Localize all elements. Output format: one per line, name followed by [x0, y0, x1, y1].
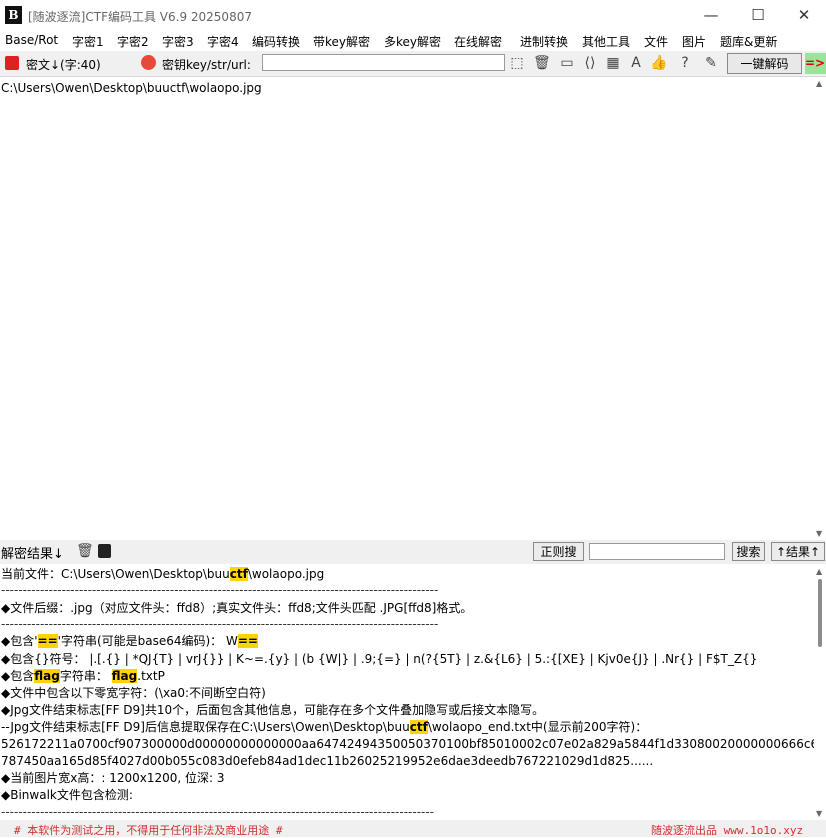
minimize-button[interactable]: —: [688, 0, 734, 30]
cipher-icon[interactable]: [5, 56, 19, 70]
menu-radix-convert[interactable]: 进制转换: [520, 33, 568, 50]
menu-zimi1[interactable]: 字密1: [72, 33, 104, 50]
clear-result-icon[interactable]: 🗑: [76, 543, 94, 559]
menu-other-tools[interactable]: 其他工具: [582, 33, 630, 50]
window-title: [随波逐流]CTF编码工具 V6.9 20250807: [28, 10, 252, 24]
footer-disclaimer: # 本软件为测试之用，不得用于任何非法及商业用途 #: [14, 824, 283, 837]
maximize-button[interactable]: ☐: [735, 0, 781, 30]
scroll-up-icon[interactable]: ▲: [816, 567, 822, 576]
key-label: 密钥key/str/url:: [162, 58, 251, 72]
search-input[interactable]: [589, 543, 725, 560]
menu-base-rot[interactable]: Base/Rot: [5, 33, 58, 47]
result-scrollbar[interactable]: ▲ ▼: [814, 565, 826, 820]
table-icon[interactable]: ▦: [605, 55, 621, 71]
result-line-hex-2: 787450aa165d85f4027d00b055c083d0efeb84ad…: [1, 754, 654, 768]
search-button[interactable]: 搜索: [732, 542, 765, 561]
result-line-binwalk: ◆Binwalk文件包含检测:: [1, 788, 133, 802]
code-icon[interactable]: ⟨⟩: [582, 55, 598, 71]
menu-zimi2[interactable]: 字密2: [117, 33, 149, 50]
result-line-current-file: 当前文件：C:\Users\Owen\Desktop\buuctf\wolaop…: [1, 567, 325, 581]
thumbs-up-icon[interactable]: 👍: [650, 55, 667, 71]
result-up-button[interactable]: ↑结果↑: [771, 542, 825, 561]
cipher-text: C:\Users\Owen\Desktop\buuctf\wolaopo.jpg: [1, 81, 262, 95]
key-input[interactable]: [262, 54, 505, 71]
toolbar: 密文↓(字:40) 密钥key/str/url: ⬚ 🗑 ▭ ⟨⟩ ▦ A 👍 …: [0, 51, 826, 77]
menu-zimi4[interactable]: 字密4: [207, 33, 239, 50]
one-click-decode-button[interactable]: 一键解码: [727, 53, 802, 74]
result-line-zero-width: ◆文件中包含以下零宽字符：(\xa0:不间断空白符): [1, 686, 266, 700]
menu-file[interactable]: 文件: [644, 33, 668, 50]
edit-icon[interactable]: ✎: [703, 55, 719, 71]
result-line-hex-1: 526172211a0700cf907300000d00000000000000…: [1, 737, 814, 751]
result-separator: ----------------------------------------…: [1, 583, 439, 597]
menu-library-update[interactable]: 题库&更新: [720, 33, 777, 50]
menu-bar: Base/Rot 字密1 字密2 字密3 字密4 编码转换 带key解密 多ke…: [0, 30, 826, 51]
regex-search-button[interactable]: 正则搜: [533, 542, 584, 561]
scroll-down-icon[interactable]: ▼: [816, 809, 822, 818]
result-separator: ----------------------------------------…: [1, 617, 439, 631]
cipher-scrollbar[interactable]: ▲ ▼: [814, 77, 826, 540]
cipher-textarea[interactable]: C:\Users\Owen\Desktop\buuctf\wolaopo.jpg: [0, 77, 814, 540]
copy-result-icon[interactable]: [98, 544, 111, 558]
result-line-base64: ◆包含'=='字符串(可能是base64编码)： W==: [1, 634, 258, 648]
status-bar: # 本软件为测试之用，不得用于任何非法及商业用途 # 随波逐流出品 www.1o…: [0, 820, 826, 837]
help-icon[interactable]: ?: [677, 55, 693, 71]
cipher-label: 密文↓(字:40): [26, 58, 101, 72]
menu-zimi3[interactable]: 字密3: [162, 33, 194, 50]
terminal-icon[interactable]: ▭: [559, 55, 575, 71]
menu-multikey-decrypt[interactable]: 多key解密: [384, 33, 441, 50]
result-separator: ----------------------------------------…: [1, 805, 435, 819]
result-line-dimensions: ◆当前图片宽x高：: 1200x1200, 位深: 3: [1, 771, 225, 785]
scroll-up-icon[interactable]: ▲: [816, 79, 822, 88]
close-button[interactable]: ✕: [781, 0, 826, 30]
scroll-down-icon[interactable]: ▼: [816, 529, 822, 538]
result-line-braces: ◆包含{}符号： |.[.{} | *QJ{T} | vrJ{}} | K~=.…: [1, 652, 758, 666]
font-icon[interactable]: A: [628, 55, 644, 71]
menu-encoding-convert[interactable]: 编码转换: [252, 33, 300, 50]
result-textarea[interactable]: 当前文件：C:\Users\Owen\Desktop\buuctf\wolaop…: [0, 565, 814, 820]
go-button[interactable]: =>: [805, 53, 826, 74]
footer-credit: 随波逐流出品 www.1o1o.xyz: [651, 824, 804, 837]
menu-key-decrypt[interactable]: 带key解密: [313, 33, 370, 50]
result-line-flag: ◆包含flag字符串： flag.txtP: [1, 669, 165, 683]
menu-image[interactable]: 图片: [682, 33, 706, 50]
trash-icon[interactable]: 🗑: [533, 55, 551, 71]
menu-online-decrypt[interactable]: 在线解密: [454, 33, 502, 50]
app-logo-icon: B: [5, 6, 22, 24]
result-line-jpg-end: ◆Jpg文件结束标志[FF D9]共10个，后面包含其他信息，可能存在多个文件叠…: [1, 703, 545, 717]
eraser-icon[interactable]: [141, 55, 156, 70]
result-toolbar: 解密结果↓ 🗑 正则搜 搜索 ↑结果↑: [0, 540, 826, 564]
title-bar: B [随波逐流]CTF编码工具 V6.9 20250807 — ☐ ✕: [0, 0, 826, 30]
scroll-thumb[interactable]: [818, 579, 822, 647]
paste-icon[interactable]: ⬚: [509, 55, 525, 71]
result-line-suffix: ◆文件后缀：.jpg（对应文件头：ffd8）;真实文件头：ffd8;文件头匹配 …: [1, 601, 473, 615]
result-label: 解密结果↓: [1, 547, 64, 562]
result-line-extract: --Jpg文件结束标志[FF D9]后信息提取保存在C:\Users\Owen\…: [1, 720, 648, 734]
